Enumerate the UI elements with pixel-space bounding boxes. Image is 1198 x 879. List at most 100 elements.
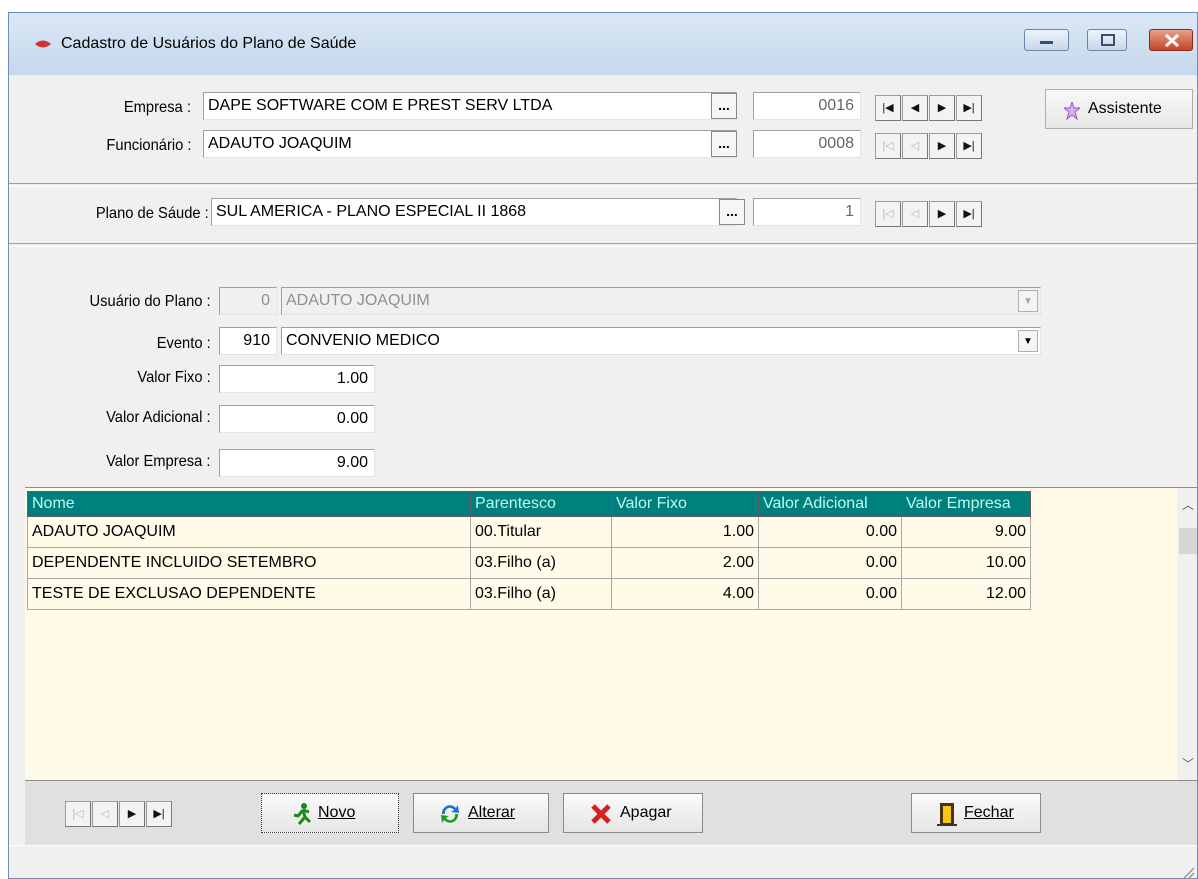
cell-valor-adicional: 0.00 (758, 578, 902, 610)
first-record-button[interactable]: |◁ (875, 201, 901, 227)
cell-parentesco: 03.Filho (a) (470, 578, 612, 610)
app-icon (35, 40, 51, 48)
last-record-button[interactable]: ▶| (956, 95, 982, 121)
evento-label: Evento : (156, 335, 211, 352)
table-row[interactable]: TESTE DE EXCLUSAO DEPENDENTE 03.Filho (a… (27, 578, 1031, 610)
cell-nome: DEPENDENTE INCLUIDO SETEMBRO (27, 547, 471, 579)
funcionario-lookup-button[interactable]: ... (711, 131, 737, 157)
column-header-valor-empresa[interactable]: Valor Empresa (901, 491, 1031, 517)
apagar-label: Apagar (620, 804, 672, 821)
delete-x-icon (591, 804, 611, 824)
prev-record-button[interactable]: ◀ (902, 95, 928, 121)
valor-fixo-field[interactable]: 1.00 (219, 365, 375, 393)
cell-valor-adicional: 0.00 (758, 516, 902, 548)
last-record-button[interactable]: ▶| (956, 201, 982, 227)
plano-label: Plano de Sáude : (96, 205, 209, 222)
first-record-button[interactable]: |◁ (875, 133, 901, 159)
empresa-lookup-button[interactable]: ... (711, 93, 737, 119)
valor-empresa-label: Valor Empresa : (106, 453, 211, 470)
status-bar (9, 845, 1197, 879)
funcionario-field[interactable]: ADAUTO JOAQUIM (203, 130, 737, 158)
cell-valor-empresa: 10.00 (901, 547, 1031, 579)
cell-valor-fixo: 2.00 (611, 547, 759, 579)
next-record-button[interactable]: ▶ (929, 133, 955, 159)
alterar-button[interactable]: Alterar (413, 793, 549, 833)
alterar-label: Alterar (468, 804, 516, 821)
wizard-icon (1064, 102, 1080, 120)
close-icon (1164, 33, 1180, 48)
exit-door-icon (937, 803, 957, 826)
valor-empresa-field[interactable]: 9.00 (219, 449, 375, 477)
scroll-down-icon[interactable]: ﹀ (1182, 755, 1194, 772)
next-record-button[interactable]: ▶ (929, 95, 955, 121)
column-header-parentesco[interactable]: Parentesco (470, 491, 612, 517)
novo-button[interactable]: Novo (261, 793, 399, 833)
plano-lookup-button[interactable]: ... (719, 199, 745, 225)
next-record-button[interactable]: ▶ (119, 801, 145, 827)
table-row[interactable]: ADAUTO JOAQUIM 00.Titular 1.00 0.00 9.00 (27, 516, 1031, 548)
column-header-nome[interactable]: Nome (27, 491, 471, 517)
empresa-label: Empresa : (123, 99, 191, 116)
valor-fixo-label: Valor Fixo : (137, 369, 211, 386)
last-record-button[interactable]: ▶| (956, 133, 982, 159)
last-record-button[interactable]: ▶| (146, 801, 172, 827)
window-title: Cadastro de Usuários do Plano de Saúde (61, 35, 357, 52)
title-bar: Cadastro de Usuários do Plano de Saúde (9, 13, 1197, 75)
running-man-icon (293, 803, 312, 825)
column-header-valor-adicional[interactable]: Valor Adicional (758, 491, 902, 517)
vertical-scrollbar[interactable]: ︿ ﹀ (1177, 488, 1197, 780)
plano-code-field[interactable]: 1 (753, 198, 861, 226)
maximize-icon (1101, 34, 1115, 46)
minimize-icon (1040, 41, 1053, 44)
prev-record-button[interactable]: ◁ (902, 201, 928, 227)
dropdown-arrow-icon[interactable]: ▼ (1018, 330, 1038, 352)
cell-valor-adicional: 0.00 (758, 547, 902, 579)
first-record-button[interactable]: |◁ (65, 801, 91, 827)
cell-nome: ADAUTO JOAQUIM (27, 516, 471, 548)
main-window: Cadastro de Usuários do Plano de Saúde E… (8, 12, 1198, 879)
apagar-button[interactable]: Apagar (563, 793, 703, 833)
prev-record-button[interactable]: ◁ (902, 133, 928, 159)
assistant-button[interactable]: Assistente (1045, 89, 1193, 129)
users-grid[interactable]: Nome Parentesco Valor Fixo Valor Adicion… (25, 487, 1197, 781)
minimize-button[interactable] (1024, 29, 1069, 51)
first-record-button[interactable]: |◀ (875, 95, 901, 121)
cell-parentesco: 00.Titular (470, 516, 612, 548)
next-record-button[interactable]: ▶ (929, 201, 955, 227)
scroll-up-icon[interactable]: ︿ (1182, 496, 1194, 513)
maximize-button[interactable] (1087, 29, 1127, 51)
usuario-label: Usuário do Plano : (89, 293, 211, 310)
cell-valor-fixo: 4.00 (611, 578, 759, 610)
close-button[interactable] (1149, 29, 1193, 51)
cell-parentesco: 03.Filho (a) (470, 547, 612, 579)
grid-nav: |◁ ◁ ▶ ▶| (65, 801, 173, 827)
evento-combo[interactable]: CONVENIO MEDICO ▼ (281, 327, 1041, 355)
fechar-label: Fechar (964, 804, 1014, 821)
usuario-code-field: 0 (219, 287, 277, 315)
usuario-value: ADAUTO JOAQUIM (286, 292, 430, 309)
table-row[interactable]: DEPENDENTE INCLUIDO SETEMBRO 03.Filho (a… (27, 547, 1031, 579)
funcionario-nav: |◁ ◁ ▶ ▶| (875, 133, 983, 159)
scroll-thumb[interactable] (1179, 528, 1197, 554)
funcionario-code-field[interactable]: 0008 (753, 130, 861, 158)
empresa-nav: |◀ ◀ ▶ ▶| (875, 95, 983, 121)
cell-valor-fixo: 1.00 (611, 516, 759, 548)
usuario-combo: ADAUTO JOAQUIM ▼ (281, 287, 1041, 315)
resize-grip-icon[interactable] (1181, 865, 1195, 879)
valor-adicional-field[interactable]: 0.00 (219, 405, 375, 433)
column-header-valor-fixo[interactable]: Valor Fixo (611, 491, 759, 517)
dropdown-arrow-icon: ▼ (1018, 290, 1038, 312)
valor-adicional-label: Valor Adicional : (106, 409, 211, 426)
fechar-button[interactable]: Fechar (911, 793, 1041, 833)
separator (9, 183, 1197, 187)
evento-code-field[interactable]: 910 (219, 327, 277, 355)
plano-nav: |◁ ◁ ▶ ▶| (875, 201, 983, 227)
evento-value: CONVENIO MEDICO (286, 332, 440, 349)
novo-label: Novo (318, 804, 356, 821)
bottom-toolbar: |◁ ◁ ▶ ▶| Novo Alterar Apagar Fechar (25, 781, 1197, 846)
empresa-field[interactable]: DAPE SOFTWARE COM E PREST SERV LTDA (203, 92, 737, 120)
plano-field[interactable]: SUL AMERICA - PLANO ESPECIAL II 1868 (211, 198, 737, 226)
prev-record-button[interactable]: ◁ (92, 801, 118, 827)
cell-valor-empresa: 9.00 (901, 516, 1031, 548)
empresa-code-field[interactable]: 0016 (753, 92, 861, 120)
